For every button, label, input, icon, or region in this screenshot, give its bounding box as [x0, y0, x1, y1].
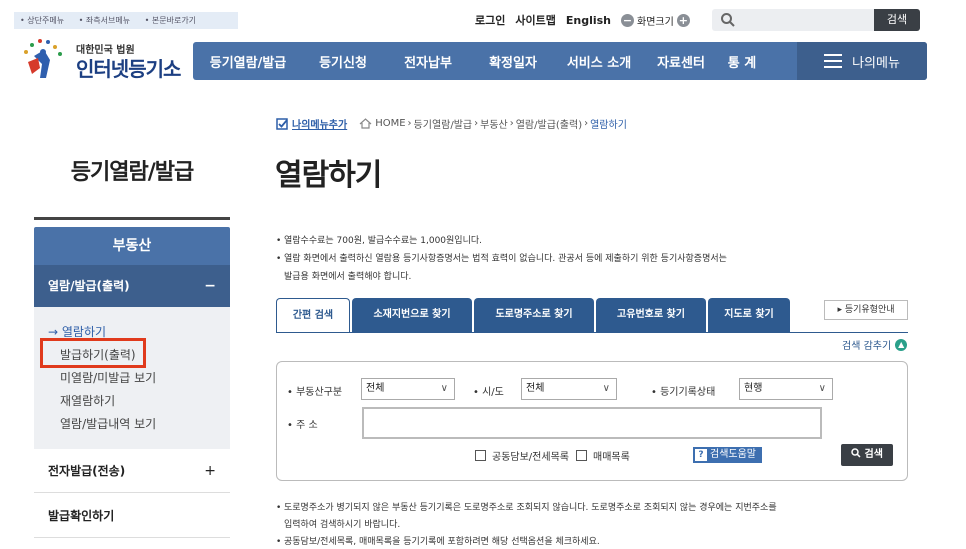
nav-item-view-issue[interactable]: 등기열람/발급 [193, 52, 303, 71]
menu-icon [824, 54, 843, 68]
font-size-label: 화면크기 [637, 16, 674, 28]
chevron-down-icon: ∨ [602, 383, 610, 394]
lnb-submenu: → 열람하기 발급하기(출력) 미열람/미발급 보기 재열람하기 열람/발급내역… [34, 307, 230, 449]
checkbox-icon [475, 450, 486, 461]
address-label: • 주 소 [287, 420, 318, 431]
lnb-item-unviewed[interactable]: 미열람/미발급 보기 [34, 367, 230, 390]
tab-underline [276, 332, 908, 333]
logo[interactable]: 대한민국 법원 인터넷등기소 [20, 38, 190, 82]
checkbox-icon [276, 117, 288, 130]
property-type-select[interactable]: 전체 ∨ [361, 378, 455, 400]
lnb-item-review[interactable]: 재열람하기 [34, 390, 230, 413]
breadcrumb-view-issue[interactable]: 등기열람/발급 [414, 116, 473, 131]
breadcrumb-print[interactable]: 열람/발급(출력) [516, 116, 582, 131]
skip-link-top-menu[interactable]: • 상단주메뉴 [20, 16, 70, 25]
main-nav: 등기열람/발급 등기신청 전자납부 확정일자 서비스 소개 자료센터 통 계 나… [193, 42, 927, 80]
english-link[interactable]: English [566, 14, 611, 27]
home-icon [359, 118, 372, 129]
logo-title: 인터넷등기소 [76, 57, 181, 81]
address-input[interactable] [362, 407, 822, 439]
skip-links: • 상단주메뉴 • 좌측서브메뉴 • 본문바로가기 [14, 12, 238, 29]
tab-map[interactable]: 지도로 찾기 [708, 298, 790, 332]
lnb-row-label: 발급확인하기 [48, 509, 115, 523]
zoom-out-icon[interactable]: − [621, 13, 634, 27]
sale-list-checkbox[interactable]: 매매목록 [576, 448, 630, 463]
lnb-title: 등기열람/발급 [70, 160, 194, 185]
chevron-down-icon: ∨ [440, 383, 448, 394]
notice-fee: • 열람수수료는 700원, 발급수수료는 1,000원입니다. [276, 236, 483, 246]
checkbox-icon [576, 450, 587, 461]
notice-road-address-cont: 입력하여 검색하시기 바랍니다. [284, 520, 401, 530]
record-status-label: • 등기기록상태 [651, 387, 716, 398]
search-icon [851, 448, 861, 458]
collapse-icon[interactable]: − [204, 265, 216, 307]
lnb-item-history[interactable]: 열람/발급내역 보기 [34, 413, 230, 436]
skip-link-content[interactable]: • 본문바로가기 [145, 16, 202, 25]
zoom-in-icon[interactable]: + [676, 13, 690, 27]
page-title: 열람하기 [275, 158, 382, 193]
login-link[interactable]: 로그인 [475, 12, 505, 28]
skip-link-sub-menu[interactable]: • 좌측서브메뉴 [79, 16, 136, 25]
chevron-down-icon: ∨ [818, 383, 826, 394]
breadcrumb: 나의메뉴추가 HOME › 등기열람/발급 › 부동산 › 열람/발급(출력) … [276, 116, 627, 131]
sido-select[interactable]: 전체 ∨ [521, 378, 617, 400]
hide-search-toggle[interactable]: 검색 감추기 ▲ [842, 337, 908, 352]
nav-item-e-payment[interactable]: 전자납부 [383, 52, 473, 71]
nav-item-stats[interactable]: 통 계 [717, 52, 767, 71]
court-logo-icon [24, 39, 62, 78]
add-my-menu-link[interactable]: 나의메뉴추가 [292, 116, 347, 131]
breadcrumb-home[interactable]: HOME [375, 118, 405, 129]
breadcrumb-real-estate[interactable]: 부동산 [480, 116, 508, 131]
notice-options: • 공동담보/전세목록, 매매목록을 등기기록에 포함하려면 해당 선택옵션을 체… [276, 537, 600, 547]
lnb-sub-view-print[interactable]: 열람/발급(출력) − [34, 265, 230, 307]
joint-collateral-checkbox[interactable]: 공동담보/전세목록 [475, 448, 569, 463]
nav-item-resources[interactable]: 자료센터 [645, 52, 717, 71]
tab-unique-number[interactable]: 고유번호로 찾기 [596, 298, 706, 332]
search-help-button[interactable]: ? 검색도움말 [693, 447, 762, 463]
utility-links: 로그인 사이트맵 English − 화면크기 + [475, 11, 690, 29]
sido-label: • 시/도 [473, 387, 504, 398]
lnb-item-e-issue[interactable]: 전자발급(전송) + [34, 449, 230, 493]
nav-item-service-intro[interactable]: 서비스 소개 [553, 52, 645, 71]
search-button[interactable]: 검색 [874, 9, 920, 31]
search-icon [721, 13, 735, 27]
registry-type-guide-button[interactable]: ▸ 등기유형안내 [824, 300, 908, 320]
notice-road-address: • 도로명주소가 병기되지 않은 부동산 등기기록은 도로명주소로 조회되지 않습… [276, 503, 777, 513]
search-form: • 부동산구분 전체 ∨ • 시/도 전체 ∨ • 등기기록상태 현행 ∨ • 주 소… [276, 361, 908, 481]
form-search-button[interactable]: 검색 [841, 444, 893, 466]
my-menu-button[interactable]: 나의메뉴 [797, 42, 927, 80]
notice-legal-cont: 발급용 화면에서 출력해야 합니다. [284, 272, 412, 282]
property-type-label: • 부동산구분 [287, 387, 343, 398]
lnb-head-real-estate[interactable]: 부동산 [34, 227, 230, 265]
tab-simple-search[interactable]: 간편 검색 [276, 298, 350, 332]
sitemap-link[interactable]: 사이트맵 [515, 12, 555, 28]
tab-road-address[interactable]: 도로명주소로 찾기 [474, 298, 594, 332]
search-input[interactable] [712, 9, 874, 31]
question-icon: ? [695, 449, 707, 461]
notice-legal: • 열람 화면에서 출력하신 열람용 등기사항증명서는 법적 효력이 없습니다. … [276, 254, 727, 264]
my-menu-label: 나의메뉴 [852, 55, 900, 71]
nav-item-fixed-date[interactable]: 확정일자 [473, 52, 553, 71]
chevron-up-icon: ▲ [895, 338, 908, 351]
nav-item-apply[interactable]: 등기신청 [303, 52, 383, 71]
breadcrumb-current: 열람하기 [590, 120, 627, 131]
lnb-item-verify-issue[interactable]: 발급확인하기 [34, 494, 230, 538]
expand-icon[interactable]: + [204, 449, 216, 493]
lnb-row-label: 전자발급(전송) [48, 464, 126, 478]
lnb-divider [34, 217, 230, 220]
record-status-select[interactable]: 현행 ∨ [739, 378, 833, 400]
highlight-box [40, 338, 146, 368]
hide-search-label: 검색 감추기 [842, 341, 892, 352]
tab-lot-number[interactable]: 소재지번으로 찾기 [352, 298, 472, 332]
lnb-sub-label: 열람/발급(출력) [48, 279, 130, 293]
search-tabs: 간편 검색 소재지번으로 찾기 도로명주소로 찾기 고유번호로 찾기 지도로 찾… [276, 298, 792, 332]
